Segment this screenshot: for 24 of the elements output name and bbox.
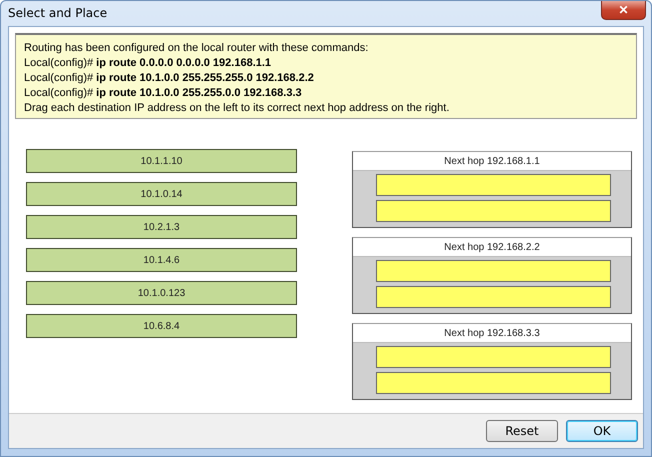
next-hop-header: Next hop 192.168.1.1 (353, 152, 631, 171)
drop-slot[interactable] (376, 346, 611, 368)
ip-address-tile[interactable]: 10.1.1.10 (26, 149, 297, 173)
drop-slot[interactable] (376, 260, 611, 282)
next-hop-header: Next hop 192.168.3.3 (353, 324, 631, 343)
ip-address-tile[interactable]: 10.1.4.6 (26, 248, 297, 272)
ip-address-tile[interactable]: 10.6.8.4 (26, 314, 297, 338)
instruction-line: Local(config)# ip route 10.1.0.0 255.255.0.0 192.168.3.3 (24, 86, 303, 100)
instruction-line: Local(config)# ip route 10.1.0.0 255.255.255.0 192.168.2.2 (24, 71, 315, 85)
reset-button[interactable]: Reset (486, 420, 558, 442)
instruction-line: Routing has been configured on the local router with these commands: (24, 41, 370, 55)
instruction-line: Local(config)# ip route 0.0.0.0 0.0.0.0 192.168.1.1 (24, 56, 272, 70)
drop-slot[interactable] (376, 174, 611, 196)
ip-address-tile[interactable]: 10.1.0.123 (26, 281, 297, 305)
drop-slot[interactable] (376, 372, 611, 394)
next-hop-header: Next hop 192.168.2.2 (353, 238, 631, 257)
ip-address-tile[interactable]: 10.2.1.3 (26, 215, 297, 239)
ok-button[interactable]: OK (566, 420, 638, 442)
window-title: Select and Place (8, 6, 108, 20)
drop-slot[interactable] (376, 200, 611, 222)
instruction-line: Drag each destination IP address on the left to its correct next hop address on the right. (24, 101, 450, 115)
ip-address-tile[interactable]: 10.1.0.14 (26, 182, 297, 206)
close-button[interactable]: ✕ (601, 1, 646, 20)
drop-slot[interactable] (376, 286, 611, 308)
